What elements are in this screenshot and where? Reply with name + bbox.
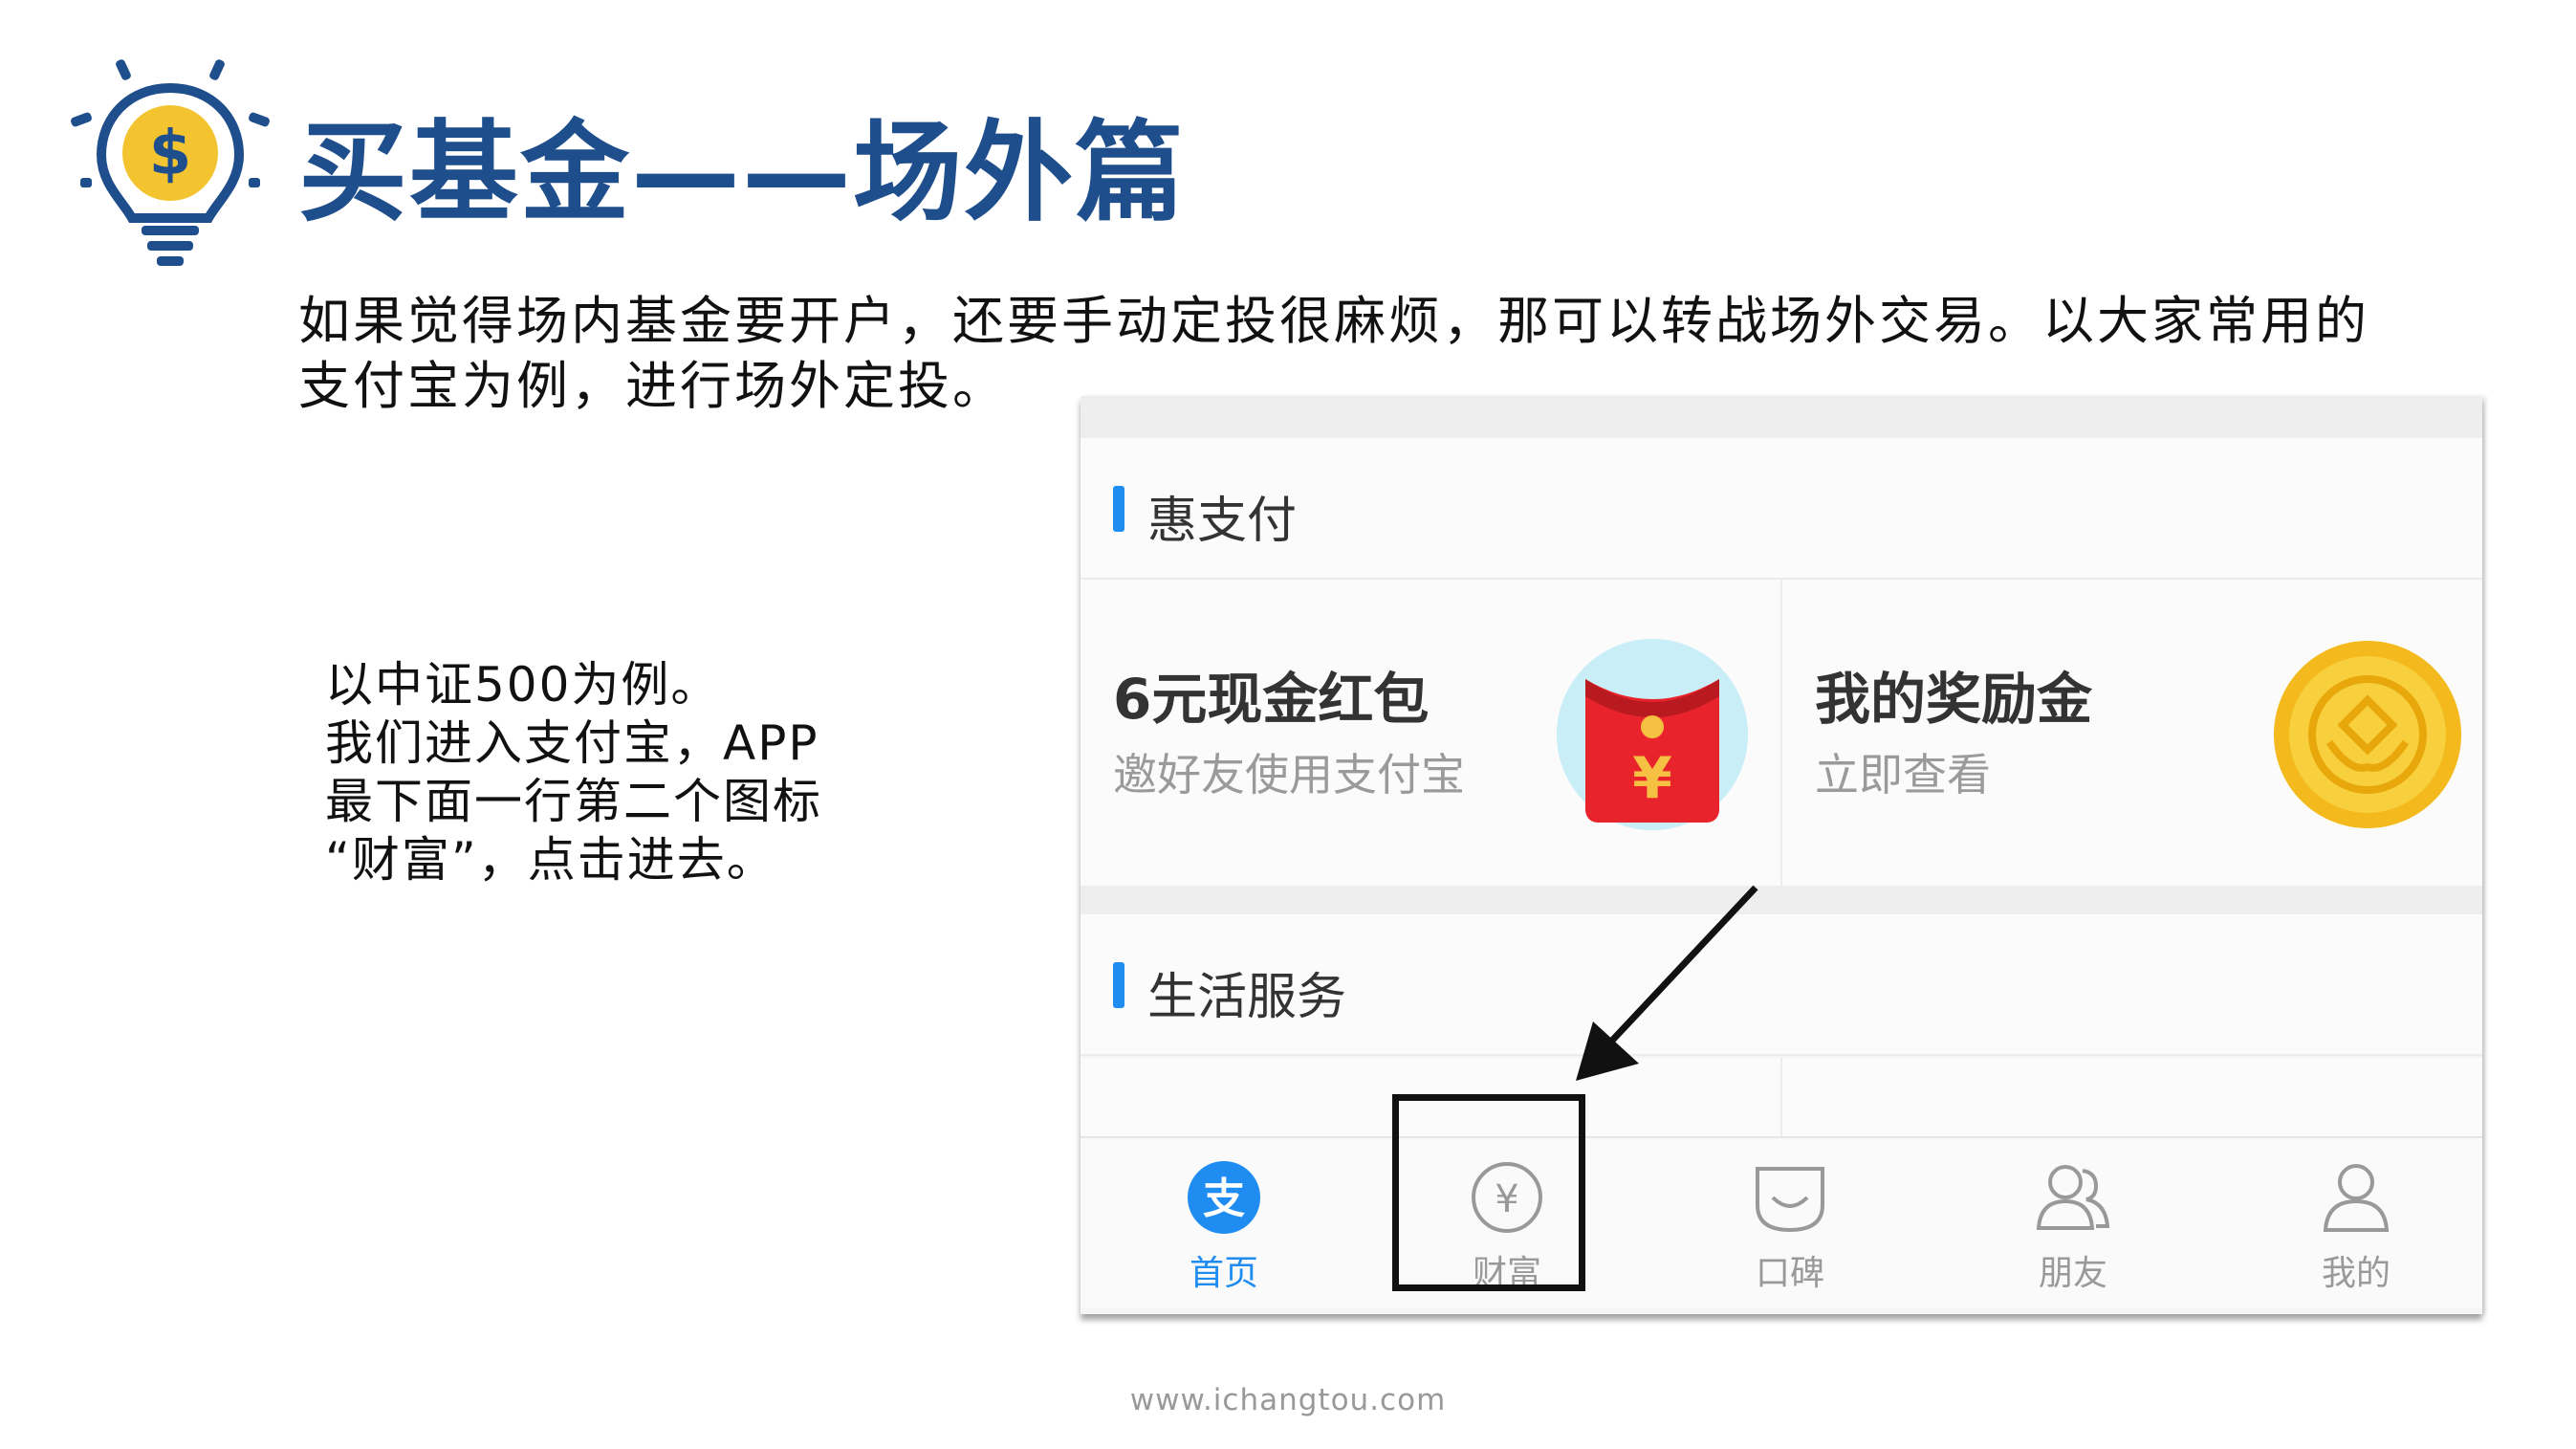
tab-koubei[interactable]: 口碑 — [1647, 1138, 1930, 1308]
tab-me[interactable]: 我的 — [2213, 1138, 2482, 1308]
promo-card-row: 6元现金红包 邀好友使用支付宝 ¥ 我的奖励金 立即查看 — [1081, 580, 2482, 886]
highlight-box — [1392, 1094, 1585, 1291]
card-title: 我的奖励金 — [1815, 667, 2093, 732]
svg-text:$: $ — [149, 119, 192, 189]
tab-label: 朋友 — [2038, 1254, 2107, 1293]
section-header-life-services[interactable]: 生活服务 — [1081, 914, 2482, 1056]
card-subtitle: 邀好友使用支付宝 — [1113, 749, 1465, 801]
tab-label: 首页 — [1189, 1254, 1258, 1293]
red-envelope-card[interactable]: 6元现金红包 邀好友使用支付宝 ¥ — [1081, 580, 1782, 886]
section-title: 生活服务 — [1147, 969, 1347, 1026]
section-marker — [1113, 486, 1124, 532]
section-divider — [1081, 886, 2482, 914]
step-line: 以中证500为例。 — [325, 657, 721, 713]
tab-home[interactable]: 支 首页 — [1081, 1138, 1364, 1308]
card-title: 6元现金红包 — [1113, 667, 1430, 732]
svg-text:支: 支 — [1203, 1175, 1245, 1223]
reward-card[interactable]: 我的奖励金 立即查看 — [1782, 580, 2482, 886]
lightbulb-dollar-icon: $ — [71, 59, 270, 266]
arrow-pointer-icon — [1576, 885, 1758, 1081]
bottom-tab-bar: 支 首页 ¥ 财富 口碑 朋友 我的 — [1081, 1136, 2482, 1308]
alipay-screenshot: 惠支付 6元现金红包 邀好友使用支付宝 ¥ 我的奖励金 立即查看 生活服务 支 … — [1081, 396, 2482, 1314]
top-divider — [1081, 396, 2482, 438]
step-line: 我们进入支付宝，APP — [325, 715, 819, 771]
person-icon — [2323, 1164, 2390, 1232]
step-line: 最下面一行第二个图标 — [325, 774, 822, 829]
step-instructions: 以中证500为例。 我们进入支付宝，APP 最下面一行第二个图标 “财富”，点击… — [325, 656, 899, 889]
section-title: 惠支付 — [1147, 493, 1298, 550]
tab-label: 我的 — [2321, 1254, 2390, 1293]
step-line: “财富”，点击进去。 — [325, 832, 776, 888]
koubei-bag-icon — [1756, 1167, 1824, 1233]
gold-coin-icon — [2274, 641, 2461, 828]
section-header-hui-pay[interactable]: 惠支付 — [1081, 438, 2482, 580]
svg-text:¥: ¥ — [1632, 745, 1672, 812]
slide-title: 买基金——场外篇 — [298, 109, 1187, 236]
intro-line: 如果觉得场内基金要开户，还要手动定投很麻烦，那可以转战场外交易。以大家常用的 — [298, 291, 2369, 351]
section-marker — [1113, 962, 1124, 1008]
tab-friends[interactable]: 朋友 — [1930, 1138, 2213, 1308]
red-envelope-icon: ¥ — [1557, 639, 1748, 830]
footer-url: www.ichangtou.com — [1129, 1383, 1447, 1417]
card-subtitle: 立即查看 — [1815, 749, 1991, 801]
alipay-home-icon: 支 — [1188, 1161, 1260, 1234]
friends-icon — [2036, 1165, 2110, 1230]
tab-label: 口碑 — [1755, 1254, 1824, 1293]
